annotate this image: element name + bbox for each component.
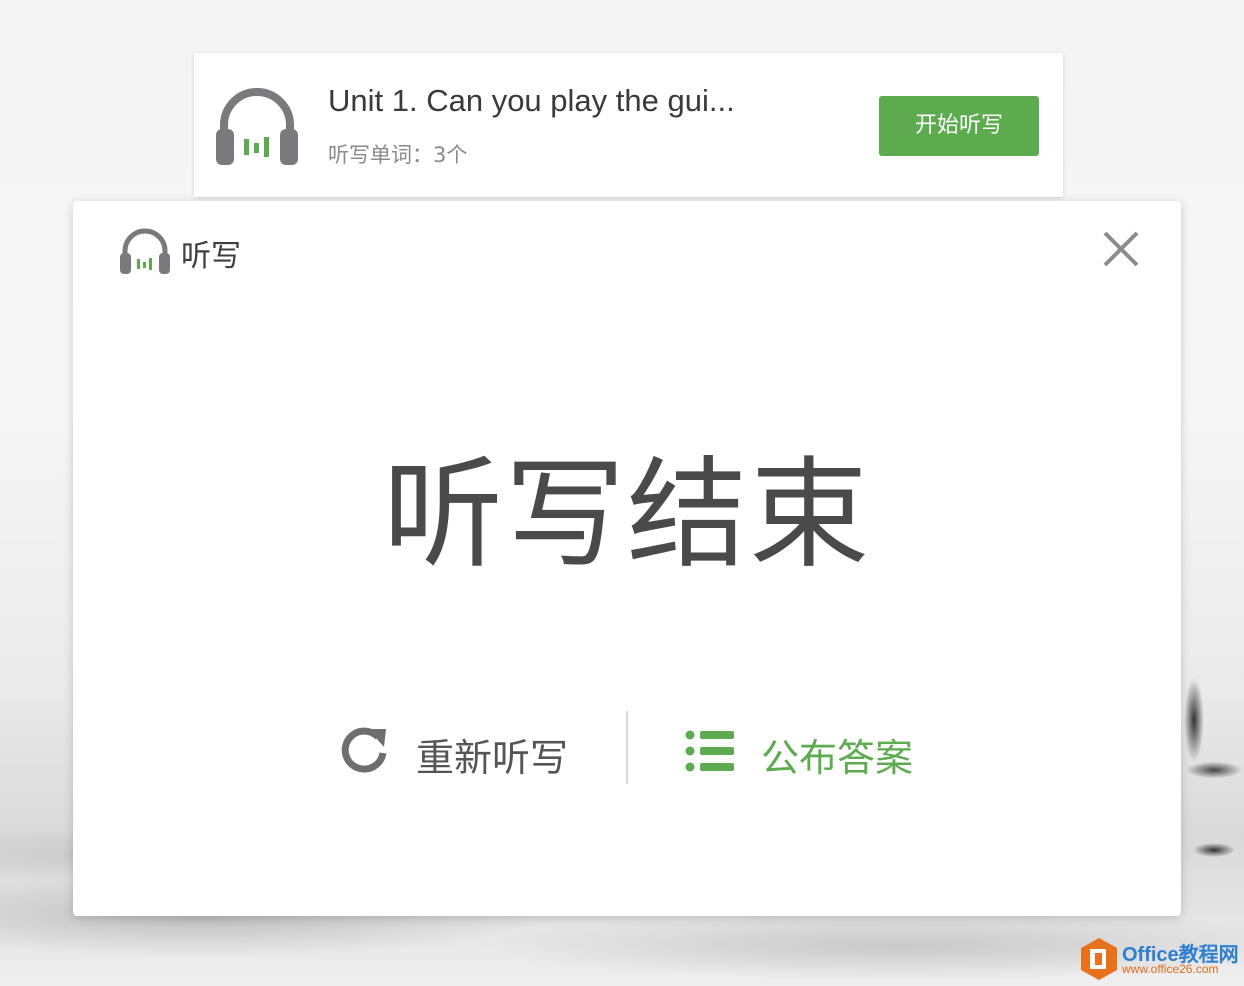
word-count-label: 听写单词：3个 (328, 143, 468, 167)
publish-answers-label: 公布答案 (761, 736, 914, 780)
unit-title: Unit 1. Can you play the gui... (328, 83, 735, 118)
headphone-icon (216, 88, 298, 165)
background-ink-brush (1174, 660, 1244, 900)
actions-divider (626, 711, 628, 784)
dictation-result-dialog: 听写 听写结束 重新听写 公布答案 (73, 201, 1181, 916)
headphone-icon (120, 228, 170, 274)
dialog-actions: 重新听写 公布答案 (73, 711, 1181, 786)
list-icon (685, 730, 734, 772)
refresh-icon (341, 727, 387, 773)
start-dictation-button[interactable]: 开始听写 (879, 96, 1039, 156)
dialog-title: 听写 (181, 239, 241, 274)
watermark-url: www.office26.com (1122, 962, 1219, 976)
redo-dictation-label: 重新听写 (416, 736, 569, 780)
dictation-task-card: Unit 1. Can you play the gui... 听写单词：3个 … (194, 53, 1063, 197)
watermark: Office教程网 www.office26.com (1080, 938, 1240, 982)
dictation-finished-heading: 听写结束 (383, 446, 871, 585)
office-logo-icon (1081, 938, 1117, 980)
close-icon[interactable] (1101, 229, 1141, 269)
